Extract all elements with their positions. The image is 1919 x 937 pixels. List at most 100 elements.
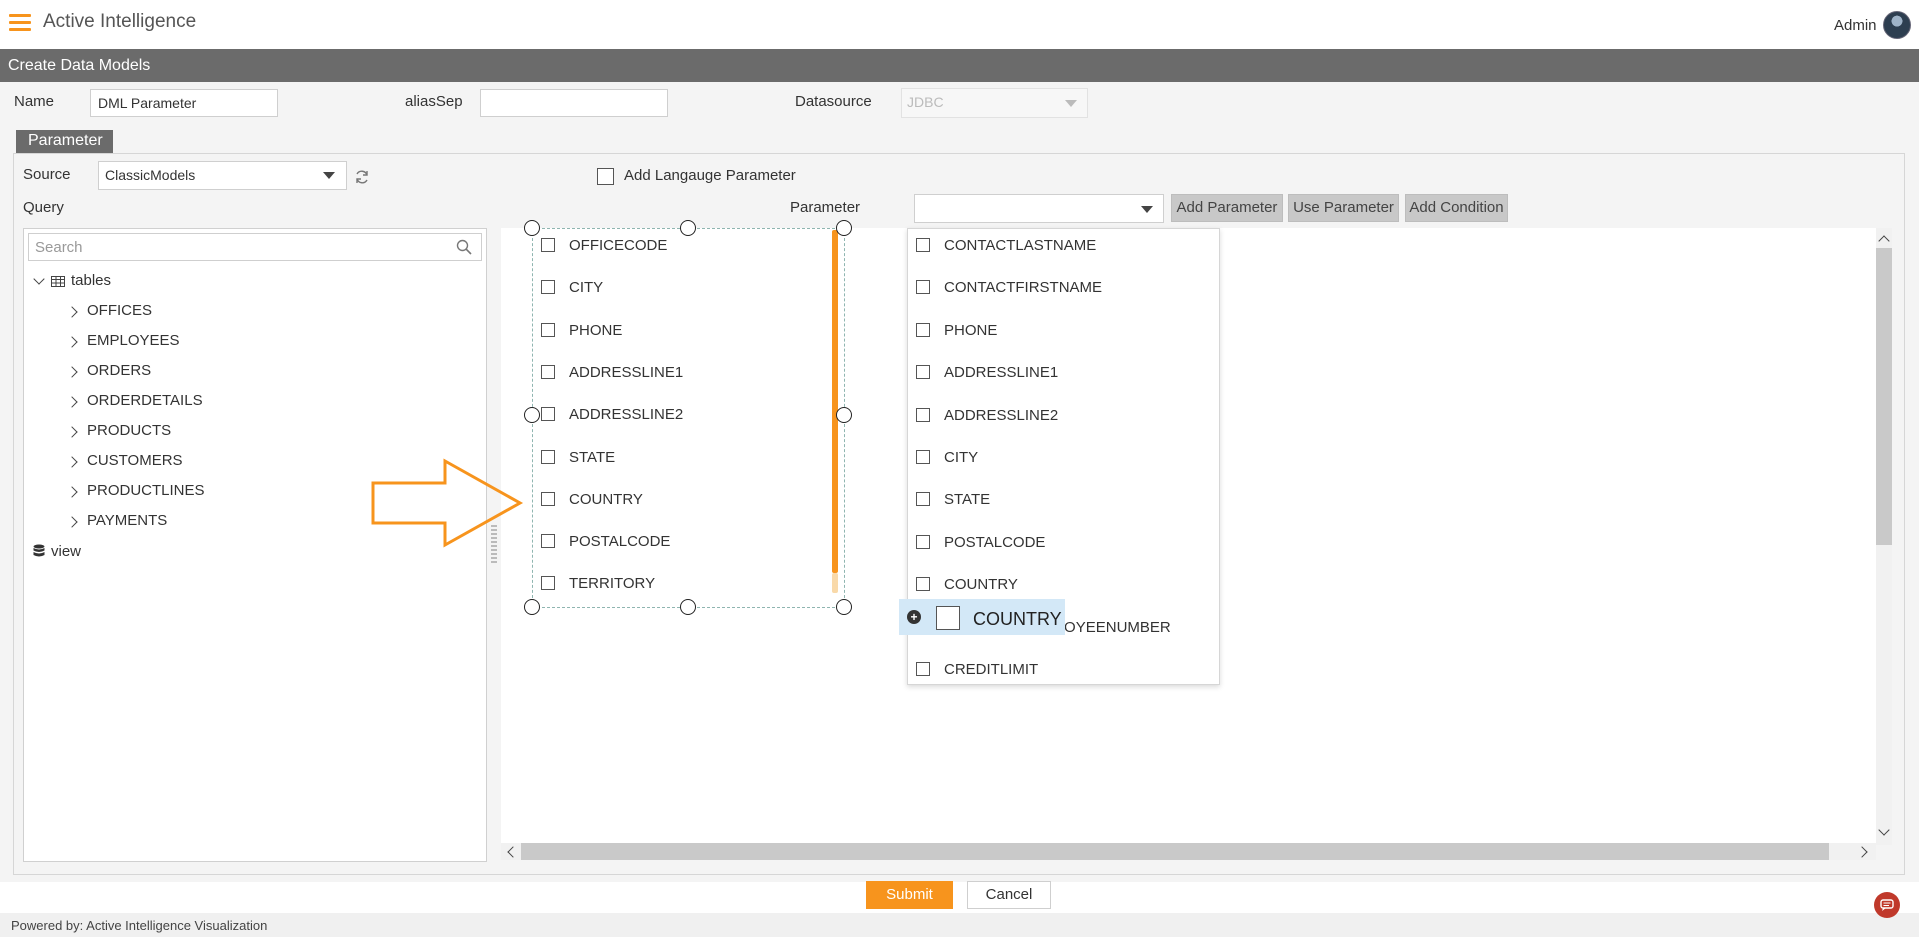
- dragging-field-label: COUNTRY: [973, 609, 1062, 629]
- customer-field-label[interactable]: CONTACTLASTNAME: [944, 237, 1096, 254]
- name-input[interactable]: [90, 89, 278, 117]
- query-label: Query: [23, 199, 64, 216]
- arrow-right-icon: [371, 458, 524, 548]
- resize-handle-bottom[interactable]: [680, 599, 696, 615]
- source-label: Source: [23, 166, 71, 183]
- alias-input[interactable]: [480, 89, 668, 117]
- offices-field-label: POSTALCODE: [569, 533, 671, 551]
- datasource-label: Datasource: [795, 93, 872, 110]
- parameter-chevron-down-icon: [1141, 206, 1153, 213]
- add-language-checkbox[interactable]: [597, 168, 614, 185]
- add-condition-button[interactable]: Add Condition: [1405, 194, 1508, 222]
- vertical-scroll-thumb[interactable]: [1876, 248, 1892, 545]
- add-language-label: Add Langauge Parameter: [624, 167, 796, 184]
- offices-field-label: COUNTRY: [569, 490, 643, 508]
- page-title: Create Data Models: [8, 57, 151, 74]
- footer-bar: [0, 913, 1919, 937]
- offices-field-checkbox[interactable]: [541, 491, 555, 506]
- hamburger-menu-icon[interactable]: [9, 14, 31, 32]
- tree-root-tables[interactable]: tables: [71, 272, 111, 289]
- customer-field-label[interactable]: STATE: [944, 491, 990, 508]
- customer-field-label[interactable]: CREDITLIMIT: [944, 661, 1038, 678]
- top-bar: [0, 0, 1919, 49]
- offices-field-checkbox[interactable]: [541, 238, 555, 252]
- offices-field-label: OFFICECODE: [569, 237, 668, 254]
- offices-field-checkbox[interactable]: [541, 449, 555, 464]
- offices-field-checkbox[interactable]: [541, 322, 555, 337]
- resize-handle-top[interactable]: [680, 220, 696, 236]
- customer-field-checkbox[interactable]: [916, 662, 930, 676]
- customer-field-checkbox[interactable]: [916, 407, 930, 422]
- offices-field-label: ADDRESSLINE2: [569, 406, 684, 424]
- customer-field-label[interactable]: COUNTRY: [944, 576, 1018, 593]
- offices-field-label: PHONE: [569, 321, 623, 339]
- customer-field-label[interactable]: ADDRESSLINE1: [944, 364, 1058, 381]
- offices-field-label: CITY: [569, 279, 604, 297]
- datasource-chevron-down-icon: [1065, 100, 1077, 107]
- offices-field-checkbox[interactable]: [541, 407, 555, 422]
- source-value: ClassicModels: [105, 167, 196, 183]
- offices-field-checkbox[interactable]: [541, 534, 555, 549]
- plus-icon: +: [907, 610, 921, 624]
- parameter-select[interactable]: [914, 194, 1164, 223]
- parameter-label: Parameter: [790, 199, 861, 216]
- table-grid-icon: [51, 276, 65, 287]
- use-parameter-button[interactable]: Use Parameter: [1288, 194, 1399, 222]
- page-title-bar: Create Data Models: [0, 49, 1919, 82]
- submit-button[interactable]: Submit: [866, 881, 953, 909]
- alias-label: aliasSep: [405, 93, 463, 110]
- tree-root-view[interactable]: view: [51, 543, 81, 560]
- tree-item-employees[interactable]: EMPLOYEES: [87, 332, 180, 349]
- customer-field-checkbox[interactable]: [916, 492, 930, 507]
- tree-item-payments[interactable]: PAYMENTS: [87, 512, 167, 529]
- source-chevron-down-icon: [323, 172, 335, 179]
- resize-handle-left[interactable]: [524, 407, 540, 423]
- tree-item-customers[interactable]: CUSTOMERS: [87, 452, 183, 469]
- name-label: Name: [14, 93, 55, 110]
- resize-handle-top-left[interactable]: [524, 220, 540, 236]
- tree-item-products[interactable]: PRODUCTS: [87, 422, 171, 439]
- customer-field-label[interactable]: POSTALCODE: [944, 534, 1045, 551]
- customer-field-label[interactable]: CONTACTFIRSTNAME: [944, 279, 1102, 296]
- resize-handle-top-right[interactable]: [836, 220, 852, 236]
- table-scrollbar-track: [832, 573, 838, 593]
- resize-handle-bottom-left[interactable]: [524, 599, 540, 615]
- search-icon[interactable]: [456, 239, 472, 255]
- offices-field-checkbox[interactable]: [541, 280, 555, 295]
- tree-search-input[interactable]: [28, 233, 482, 261]
- offices-field-checkbox[interactable]: [541, 576, 555, 591]
- customer-field-checkbox[interactable]: [916, 280, 930, 295]
- datasource-value: JDBC: [907, 94, 944, 110]
- user-name[interactable]: Admin: [1834, 17, 1877, 34]
- customer-field-checkbox[interactable]: [916, 365, 930, 380]
- resize-handle-bottom-right[interactable]: [836, 599, 852, 615]
- add-parameter-button[interactable]: Add Parameter: [1171, 194, 1283, 222]
- app-title: Active Intelligence: [43, 11, 197, 32]
- refresh-icon[interactable]: [354, 169, 370, 185]
- customer-field-checkbox[interactable]: [916, 534, 930, 549]
- tree-item-orderdetails[interactable]: ORDERDETAILS: [87, 392, 203, 409]
- customer-field-checkbox[interactable]: [916, 322, 930, 337]
- table-scrollbar-thumb[interactable]: [832, 230, 838, 573]
- tree-item-offices[interactable]: OFFICES: [87, 302, 152, 319]
- avatar[interactable]: [1883, 11, 1911, 39]
- database-icon: [33, 544, 45, 557]
- tree-item-productlines[interactable]: PRODUCTLINES: [87, 482, 205, 499]
- customer-field-checkbox[interactable]: [916, 238, 930, 252]
- offices-field-label: TERRITORY: [569, 575, 656, 593]
- dragging-field-checkbox: [936, 606, 960, 630]
- offices-field-checkbox[interactable]: [541, 364, 555, 379]
- tree-search-placeholder: Search: [35, 239, 83, 256]
- customer-field-label[interactable]: ADDRESSLINE2: [944, 407, 1058, 424]
- customer-field-checkbox[interactable]: [916, 577, 930, 592]
- cancel-button[interactable]: Cancel: [967, 881, 1051, 909]
- customer-field-checkbox[interactable]: [916, 450, 930, 464]
- customer-field-label[interactable]: PHONE: [944, 322, 997, 339]
- resize-handle-right[interactable]: [836, 407, 852, 423]
- offices-field-label: ADDRESSLINE1: [569, 363, 684, 381]
- horizontal-scroll-thumb[interactable]: [521, 843, 1829, 860]
- tree-item-orders[interactable]: ORDERS: [87, 362, 151, 379]
- offices-field-label: STATE: [569, 448, 616, 466]
- chat-icon[interactable]: [1874, 892, 1900, 918]
- customer-field-label[interactable]: CITY: [944, 449, 978, 466]
